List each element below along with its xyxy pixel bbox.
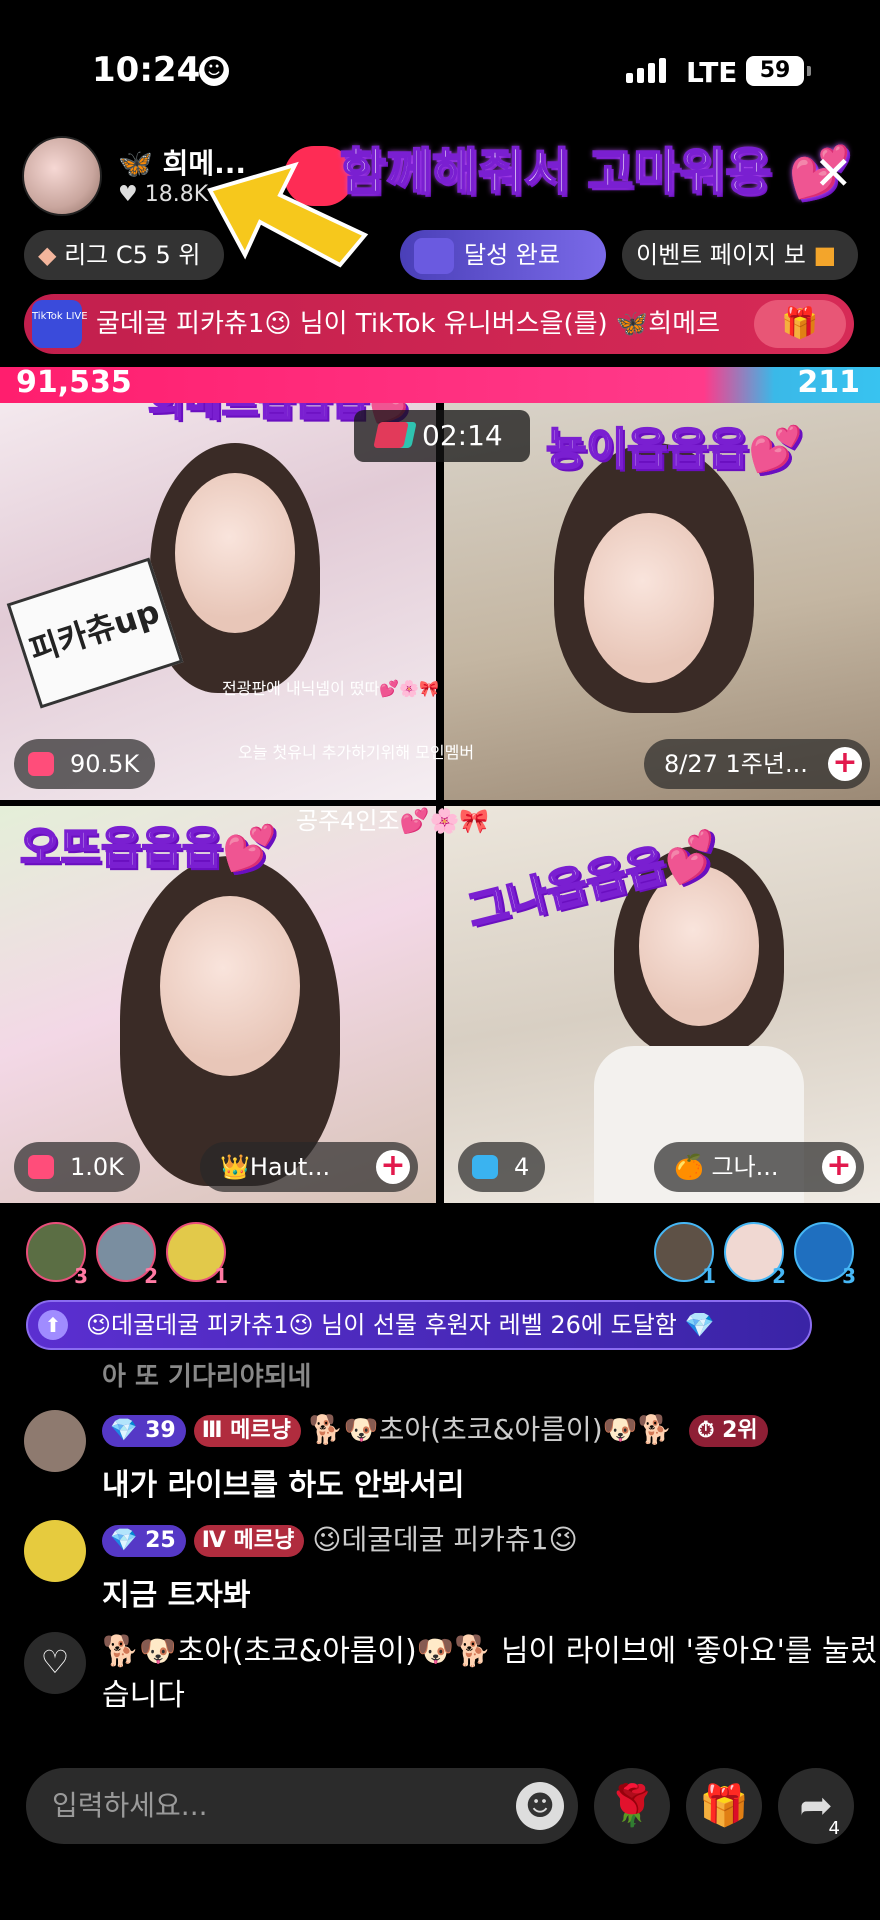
guest-2-name[interactable]: 8/27 1주년... + xyxy=(644,739,870,789)
like-notice-text: 🐕🐶초아(초코&아름이)🐶🐕 님이 라이브에 '좋아요'를 눌렀습니다 xyxy=(102,1634,878,1713)
league-rank-pill[interactable]: ◆ 리그 C5 5 위 xyxy=(24,230,224,280)
guest-2-face xyxy=(584,513,714,683)
gifter-level-badge: 💎 39 xyxy=(102,1415,186,1447)
score-icon xyxy=(28,752,54,776)
tiktok-live-logo: TikTok LIVE xyxy=(32,300,88,348)
diamond-icon: ◆ xyxy=(38,241,65,269)
gifter-avatar[interactable]: 2 xyxy=(96,1222,158,1288)
achievement-text: 달성 완료 xyxy=(464,241,560,269)
guest-cell-4[interactable]: 그나읍읍읍💕 4 🍊 그나... + xyxy=(444,806,880,1203)
close-icon[interactable]: ✕ xyxy=(814,150,853,196)
heart-icon: ♡ xyxy=(24,1632,86,1694)
rank-badge: ⏱ 2위 xyxy=(689,1415,768,1447)
battery-icon: 59 xyxy=(746,56,811,86)
guest-3-name[interactable]: 👑Haut... + xyxy=(200,1142,418,1192)
chat-avatar[interactable] xyxy=(24,1410,86,1472)
multi-guest-grid: 피카츄up 희메르읍읍읍💕 90.5K 뇽이읍읍읍💕 8/27 1주년...+ … xyxy=(0,403,880,1203)
fan-club-badge: Ⅳ 메르냥 xyxy=(193,1525,305,1557)
chat-text: 내가 라이브를 하도 안봐서리 xyxy=(102,1468,465,1503)
network-type: LTE xyxy=(686,56,738,89)
focus-smiley-icon: ☻ xyxy=(199,56,229,86)
gifter-avatar[interactable]: 3 xyxy=(26,1222,88,1288)
gifter-level-badge: 💎 25 xyxy=(102,1525,186,1557)
overlay-caption: 함께해줘서 고마워용 💕 xyxy=(339,142,852,202)
guest-4-name[interactable]: 🍊 그나... + xyxy=(654,1142,864,1192)
level-up-banner: ⬆ 😉데굴데굴 피카츄1😉 님이 선물 후원자 레벨 26에 도달함 💎 xyxy=(26,1300,812,1350)
chat-username[interactable]: 🐕🐶초아(초코&아름이)🐶🐕 xyxy=(309,1413,672,1446)
tiktok-battle-icon xyxy=(373,422,409,448)
clock: 10:24 xyxy=(92,50,201,90)
arrow-sticker xyxy=(207,161,369,268)
gift-box-icon: ■ xyxy=(805,241,837,269)
guest-3-score: 1.0K xyxy=(14,1142,140,1192)
pikachu-sign: 피카츄up xyxy=(6,557,184,709)
emoji-icon[interactable]: ☻ xyxy=(516,1782,564,1830)
gift-notice-bar[interactable]: TikTok LIVE 굴데굴 피카츄1😉 님이 TikTok 유니버스을(를)… xyxy=(24,294,854,354)
add-icon[interactable]: + xyxy=(828,747,862,781)
tiktok-live-icon xyxy=(414,238,454,274)
opponent-gifter-avatar[interactable]: 3 xyxy=(794,1222,856,1288)
chat-avatar[interactable] xyxy=(24,1520,86,1582)
battle-timer: 02:14 xyxy=(354,410,530,462)
status-bar: 10:24 ☻ LTE 59 xyxy=(0,0,880,130)
achievement-pill[interactable]: 달성 완료 xyxy=(400,230,606,280)
gift-icon[interactable]: 🎁 xyxy=(754,300,846,348)
event-page-pill[interactable]: 이벤트 페이지 보 ■ xyxy=(622,230,858,280)
caption-marquee-3: 공주4인조💕🌸🎀 xyxy=(296,807,490,835)
right-score: 211 xyxy=(797,365,860,400)
gift-button[interactable]: 🎁 xyxy=(686,1768,762,1844)
guest-2-label: 뇽이읍읍읍💕 xyxy=(545,423,804,476)
host-avatar[interactable] xyxy=(22,136,102,216)
host-likes: ♥ 18.8K xyxy=(118,182,209,207)
event-page-text: 이벤트 페이지 보 xyxy=(636,241,806,269)
score-icon xyxy=(28,1155,54,1179)
caption-marquee-1: 전광판에 내닉넴이 떴따💕🌸🎀 xyxy=(222,679,440,698)
guest-4-score: 4 xyxy=(458,1142,546,1192)
add-icon[interactable]: + xyxy=(822,1150,856,1184)
guest-cell-3[interactable]: 오뜨읍읍읍💕 1.0K 👑Haut... + xyxy=(0,806,436,1203)
league-rank-text: 리그 C5 5 위 xyxy=(64,241,201,269)
chat-meta: 💎 25 Ⅳ 메르냥 😉데굴데굴 피카츄1😉 xyxy=(102,1520,578,1560)
rose-gift-button[interactable]: 🌹 xyxy=(594,1768,670,1844)
add-icon[interactable]: + xyxy=(376,1150,410,1184)
gifter-avatar[interactable]: 1 xyxy=(166,1222,228,1288)
faded-chat-message: 아 또 기다리야되네 xyxy=(102,1362,312,1392)
score-icon xyxy=(472,1155,498,1179)
battle-score-bar: 91,535 211 xyxy=(0,365,880,403)
level-up-icon: ⬆ xyxy=(38,1310,68,1340)
cell-signal-icon xyxy=(626,58,670,83)
guest-1-face xyxy=(175,473,295,633)
share-button[interactable]: ➦ 4 xyxy=(778,1768,854,1844)
chat-username[interactable]: 😉데굴데굴 피카츄1😉 xyxy=(312,1523,577,1556)
caption-marquee-2: 오늘 첫유니 추가하기위해 모인멤버 xyxy=(238,743,475,762)
comment-input[interactable]: 입력하세요... ☻ xyxy=(26,1768,578,1844)
guest-3-face xyxy=(160,896,300,1076)
chat-meta: 💎 39 Ⅲ 메르냥 🐕🐶초아(초코&아름이)🐶🐕 ⏱ 2위 xyxy=(102,1410,776,1450)
level-up-text: 😉데굴데굴 피카츄1😉 님이 선물 후원자 레벨 26에 도달함 💎 xyxy=(86,1311,715,1339)
opponent-gifter-avatar[interactable]: 2 xyxy=(724,1222,786,1288)
comment-placeholder: 입력하세요... xyxy=(52,1789,208,1822)
chat-text: 지금 트자봐 xyxy=(102,1578,251,1613)
chat-message[interactable]: 💎 25 Ⅳ 메르냥 😉데굴데굴 피카츄1😉 지금 트자봐 xyxy=(24,1520,864,1613)
share-count: 4 xyxy=(828,1818,840,1839)
gift-notice-text: 굴데굴 피카츄1😉 님이 TikTok 유니버스을(를) 🦋희메르 xyxy=(96,309,721,339)
opponent-gifter-avatar[interactable]: 1 xyxy=(654,1222,716,1288)
guest-1-score: 90.5K xyxy=(14,739,156,789)
left-score: 91,535 xyxy=(16,365,132,400)
fan-club-badge: Ⅲ 메르냥 xyxy=(193,1415,301,1447)
chat-message[interactable]: 💎 39 Ⅲ 메르냥 🐕🐶초아(초코&아름이)🐶🐕 ⏱ 2위 내가 라이브를 하도 … xyxy=(24,1410,864,1503)
guest-3-label: 오뜨읍읍읍💕 xyxy=(19,822,278,875)
guest-cell-2[interactable]: 뇽이읍읍읍💕 8/27 1주년... + xyxy=(444,403,880,800)
